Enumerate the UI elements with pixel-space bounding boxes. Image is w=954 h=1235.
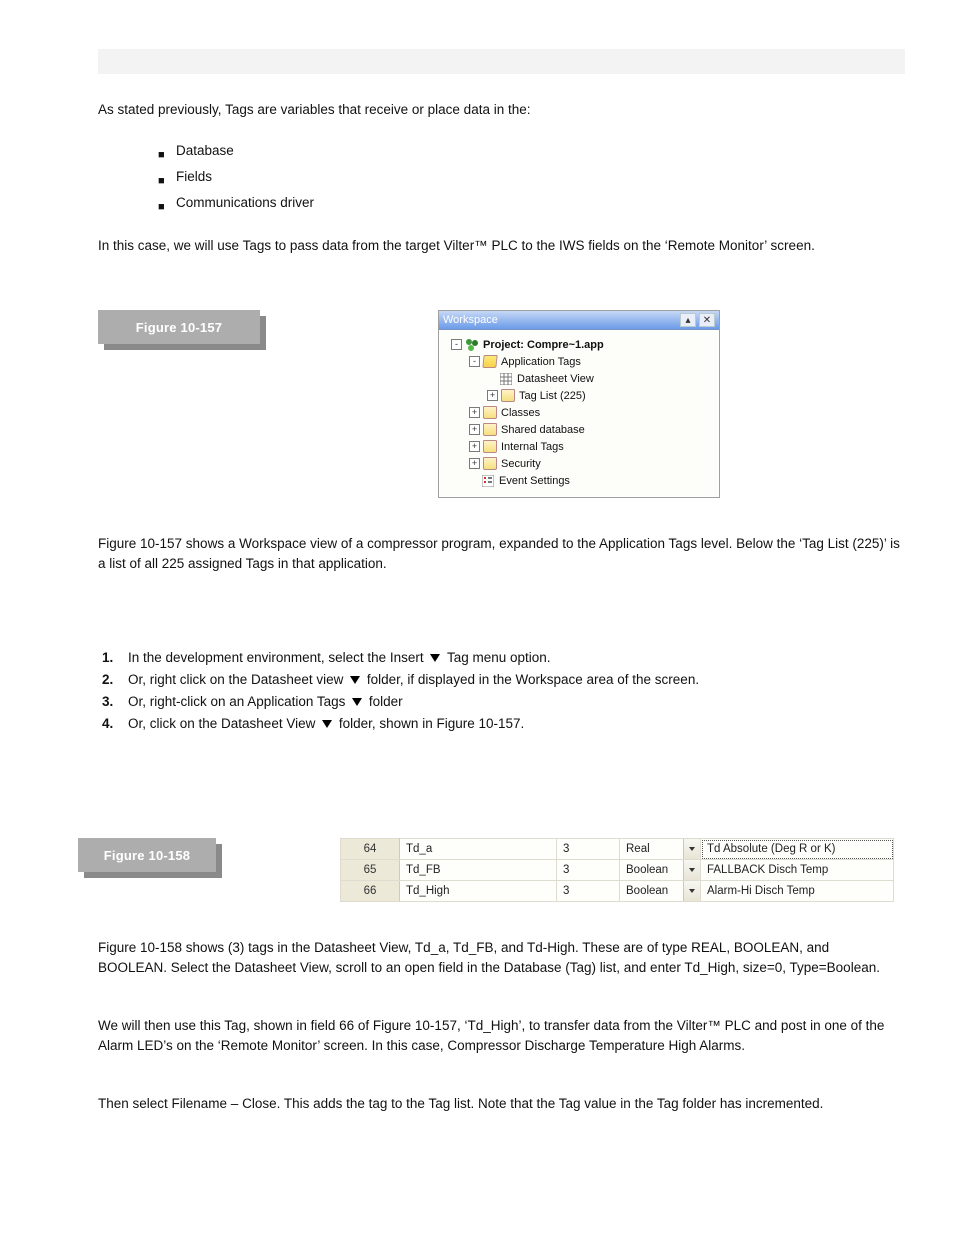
close-button[interactable]: ✕ bbox=[699, 313, 715, 327]
event-icon bbox=[481, 475, 495, 487]
folder-icon bbox=[483, 458, 497, 470]
tree-node-event[interactable]: Event Settings bbox=[443, 472, 715, 489]
cell-name[interactable]: Td_High bbox=[400, 881, 557, 902]
tree-node-taglist[interactable]: + Tag List (225) bbox=[443, 387, 715, 404]
tree-node-internal[interactable]: + Internal Tags bbox=[443, 438, 715, 455]
para2-text: In this case, we will use Tags to pass d… bbox=[98, 236, 905, 256]
chevron-down-icon bbox=[352, 698, 362, 706]
expander-plus-icon[interactable]: + bbox=[469, 441, 480, 452]
chevron-down-icon bbox=[350, 676, 360, 684]
bullet-item: Fields bbox=[176, 166, 905, 188]
tree-node-security[interactable]: + Security bbox=[443, 455, 715, 472]
para4-text: Figure 10-158 shows (3) tags in the Data… bbox=[98, 938, 888, 978]
figure-label: Figure 10-158 bbox=[78, 838, 222, 878]
bullet-list: ■Database ■Fields ■Communications driver bbox=[158, 140, 905, 218]
folder-icon bbox=[501, 390, 515, 402]
expander-plus-icon[interactable]: + bbox=[469, 407, 480, 418]
tree-node-classes[interactable]: + Classes bbox=[443, 404, 715, 421]
step-text: In the development environment, select t… bbox=[128, 650, 424, 665]
step-number: 4. bbox=[98, 714, 128, 734]
cell-description[interactable]: FALLBACK Disch Temp bbox=[701, 860, 894, 881]
expander-minus-icon[interactable]: - bbox=[469, 356, 480, 367]
step-number: 3. bbox=[98, 692, 128, 712]
chevron-down-icon bbox=[689, 889, 695, 893]
cell-type[interactable]: Boolean bbox=[620, 860, 701, 881]
content-top: As stated previously, Tags are variables… bbox=[98, 100, 905, 256]
cell-size[interactable]: 3 bbox=[557, 881, 620, 902]
tree-node-datasheet[interactable]: Datasheet View bbox=[443, 370, 715, 387]
cell-size[interactable]: 3 bbox=[557, 860, 620, 881]
cell-name[interactable]: Td_FB bbox=[400, 860, 557, 881]
step-number: 1. bbox=[98, 648, 128, 668]
intro-text: As stated previously, Tags are variables… bbox=[98, 100, 905, 120]
step-text: Tag menu option. bbox=[447, 650, 551, 665]
dropdown-button[interactable] bbox=[683, 881, 700, 901]
para3-text: Figure 10-157 shows a Workspace view of … bbox=[98, 534, 905, 574]
datasheet-table[interactable]: 64 Td_a 3 Real Td Absolute (Deg R or K) … bbox=[340, 838, 894, 902]
table-row[interactable]: 64 Td_a 3 Real Td Absolute (Deg R or K) bbox=[341, 839, 894, 860]
bullet-item: Database bbox=[176, 140, 905, 162]
tree-view[interactable]: - Project: Compre~1.app - Application Ta… bbox=[439, 330, 719, 497]
workspace-pane: Workspace ▴ ✕ - Project: Compre~1.app - … bbox=[438, 310, 720, 498]
cell-type[interactable]: Boolean bbox=[620, 881, 701, 902]
dropdown-button[interactable] bbox=[683, 860, 700, 880]
folder-icon bbox=[483, 407, 497, 419]
expander-minus-icon[interactable]: - bbox=[451, 339, 462, 350]
step-text: folder bbox=[369, 694, 403, 709]
workspace-title: Workspace bbox=[443, 314, 677, 326]
datasheet-icon bbox=[499, 373, 513, 385]
folder-icon bbox=[483, 424, 497, 436]
dropdown-button[interactable] bbox=[683, 839, 700, 859]
cell-size[interactable]: 3 bbox=[557, 839, 620, 860]
figure-label: Figure 10-157 bbox=[98, 310, 266, 350]
step-number: 2. bbox=[98, 670, 128, 690]
para5-text: We will then use this Tag, shown in fiel… bbox=[98, 1016, 888, 1056]
folder-open-icon bbox=[483, 356, 497, 368]
project-icon bbox=[465, 339, 479, 351]
step-text: Or, click on the Datasheet View bbox=[128, 716, 315, 731]
chevron-down-icon bbox=[322, 720, 332, 728]
step-text: Or, right-click on an Application Tags bbox=[128, 694, 345, 709]
cell-type[interactable]: Real bbox=[620, 839, 701, 860]
tree-node-project[interactable]: - Project: Compre~1.app bbox=[443, 336, 715, 353]
step-text: folder, if displayed in the Workspace ar… bbox=[367, 672, 699, 687]
chevron-down-icon bbox=[689, 847, 695, 851]
bullet-item: Communications driver bbox=[176, 192, 905, 214]
row-number: 64 bbox=[341, 839, 400, 860]
table-row[interactable]: 65 Td_FB 3 Boolean FALLBACK Disch Temp bbox=[341, 860, 894, 881]
para6-text: Then select Filename – Close. This adds … bbox=[98, 1094, 888, 1114]
folder-icon bbox=[483, 441, 497, 453]
cell-description[interactable]: Alarm-Hi Disch Temp bbox=[701, 881, 894, 902]
row-number: 65 bbox=[341, 860, 400, 881]
workspace-titlebar[interactable]: Workspace ▴ ✕ bbox=[439, 311, 719, 330]
tree-node-shared[interactable]: + Shared database bbox=[443, 421, 715, 438]
cell-name[interactable]: Td_a bbox=[400, 839, 557, 860]
tree-node-app-tags[interactable]: - Application Tags bbox=[443, 353, 715, 370]
expander-plus-icon[interactable]: + bbox=[469, 458, 480, 469]
step-text: Or, right click on the Datasheet view bbox=[128, 672, 343, 687]
step-text: folder, shown in Figure 10-157. bbox=[339, 716, 524, 731]
collapse-button[interactable]: ▴ bbox=[680, 313, 696, 327]
expander-plus-icon[interactable]: + bbox=[487, 390, 498, 401]
row-number: 66 bbox=[341, 881, 400, 902]
chevron-down-icon bbox=[430, 654, 440, 662]
expander-plus-icon[interactable]: + bbox=[469, 424, 480, 435]
cell-description[interactable]: Td Absolute (Deg R or K) bbox=[701, 839, 894, 860]
procedure-steps: 1. In the development environment, selec… bbox=[98, 648, 905, 736]
table-row[interactable]: 66 Td_High 3 Boolean Alarm-Hi Disch Temp bbox=[341, 881, 894, 902]
page-header-bar bbox=[98, 49, 905, 74]
chevron-down-icon bbox=[689, 868, 695, 872]
